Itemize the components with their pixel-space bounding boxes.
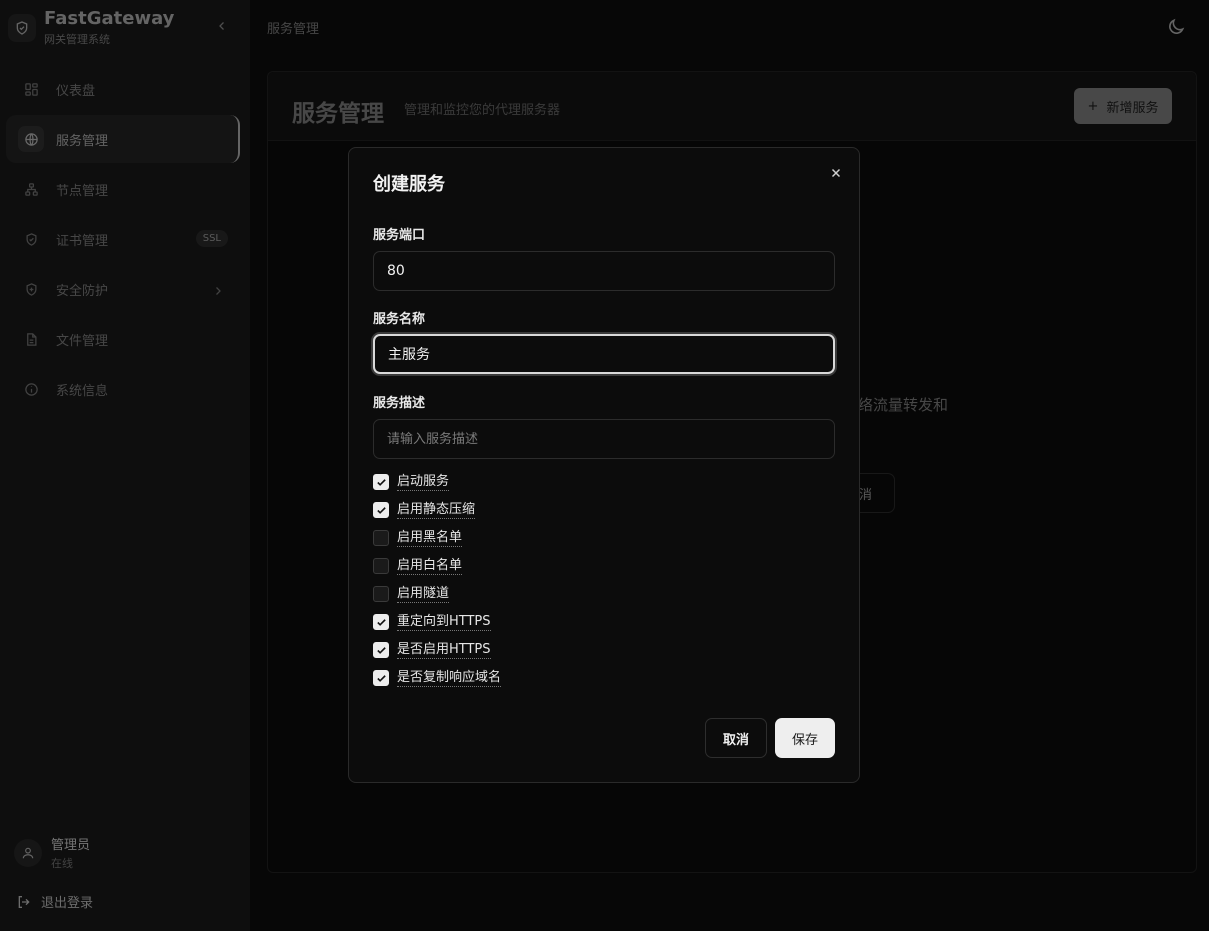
checkbox[interactable] (373, 558, 389, 574)
check-icon (376, 478, 386, 486)
option-label: 是否启用HTTPS (397, 641, 491, 659)
cancel-button[interactable]: 取消 (705, 718, 767, 758)
check-icon (376, 674, 386, 682)
option-label: 启用白名单 (397, 557, 463, 575)
checkbox[interactable] (373, 586, 389, 602)
name-label: 服务名称 (373, 312, 426, 327)
option-blacklist[interactable]: 启用黑名单 (373, 528, 463, 548)
option-redirect-https[interactable]: 重定向到HTTPS (373, 612, 491, 632)
check-icon (376, 646, 386, 654)
option-static-compression[interactable]: 启用静态压缩 (373, 500, 476, 520)
option-tunnel[interactable]: 启用隧道 (373, 584, 450, 604)
option-enable-https[interactable]: 是否启用HTTPS (373, 640, 491, 660)
description-label: 服务描述 (373, 396, 426, 411)
close-button[interactable] (829, 165, 843, 179)
check-icon (376, 506, 386, 514)
save-button[interactable]: 保存 (775, 718, 835, 758)
option-enable-service[interactable]: 启动服务 (373, 472, 450, 492)
option-label: 是否复制响应域名 (397, 669, 502, 687)
option-label: 启用隧道 (397, 585, 450, 603)
checkbox[interactable] (373, 530, 389, 546)
option-copy-response-domain[interactable]: 是否复制响应域名 (373, 668, 502, 688)
checkbox[interactable] (373, 502, 389, 518)
port-input[interactable] (373, 251, 835, 291)
name-input[interactable] (373, 334, 835, 374)
description-input[interactable] (373, 419, 835, 459)
checkbox[interactable] (373, 670, 389, 686)
checkbox[interactable] (373, 614, 389, 630)
check-icon (376, 618, 386, 626)
option-label: 启用黑名单 (397, 529, 463, 547)
option-whitelist[interactable]: 启用白名单 (373, 556, 463, 576)
dialog-title: 创建服务 (373, 174, 445, 195)
app-root: FastGateway 网关管理系统 仪表盘 服务管理 节点管理 证书管理 SS… (0, 0, 1209, 931)
option-label: 重定向到HTTPS (397, 613, 491, 631)
option-label: 启动服务 (397, 473, 450, 491)
port-label: 服务端口 (373, 228, 426, 243)
option-label: 启用静态压缩 (397, 501, 476, 519)
create-service-dialog: 创建服务 服务端口 服务名称 服务描述 启动服务 启用静态压缩 启用黑名单 启用… (348, 147, 860, 783)
checkbox[interactable] (373, 474, 389, 490)
checkbox[interactable] (373, 642, 389, 658)
close-icon (831, 168, 841, 178)
